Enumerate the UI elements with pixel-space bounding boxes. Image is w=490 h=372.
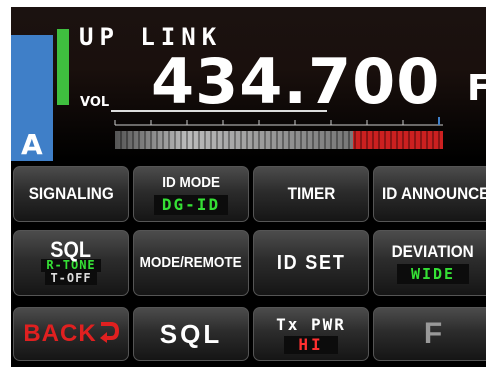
timer-button[interactable]: TIMER [253,166,369,222]
id-set-button[interactable]: ID SET [253,230,369,296]
deviation-button[interactable]: DEVIATION WIDE [373,230,486,296]
id-set-label: ID SET [276,252,346,274]
id-announce-button[interactable]: ID ANNOUNCE [373,166,486,222]
f-key-button[interactable]: F [373,307,486,361]
radio-screen: A UP LINK VOL 434.700 FM [11,7,486,367]
mode-remote-button[interactable]: MODE/REMOTE [133,230,249,296]
sql-key-label: SQL [159,318,223,349]
tx-power-value: HI [284,335,338,354]
f-key-label: F [423,317,443,350]
band-indicator: A [21,128,43,161]
back-label: BACK [23,320,97,347]
id-mode-value: DG-ID [153,194,229,215]
band-a-tab[interactable]: A [11,35,53,161]
deviation-value: WIDE [396,263,470,284]
id-announce-label: ID ANNOUNCE [382,184,486,203]
sql-key-button[interactable]: SQL [133,307,249,361]
signaling-button[interactable]: SIGNALING [13,166,129,222]
frequency-display: A UP LINK VOL 434.700 FM [11,7,486,161]
back-button[interactable]: BACK [13,307,129,361]
tx-power-button[interactable]: Tx PWR HI [253,307,369,361]
vol-label: VOL [80,95,110,110]
mode-remote-label: MODE/REMOTE [139,254,243,271]
id-mode-button[interactable]: ID MODE DG-ID [133,166,249,222]
sql-setting-button[interactable]: SQL R-TONE T-OFF [13,230,129,296]
signal-meter [114,117,443,149]
frequency-readout[interactable]: 434.700 [151,51,440,113]
sql-toff-value: T-OFF [45,272,97,285]
sql-setting-label: SQL [50,237,92,262]
volume-level-bar [57,29,69,105]
deviation-label: DEVIATION [391,241,475,261]
return-arrow-icon [97,320,119,349]
timer-label: TIMER [287,184,335,203]
id-mode-label: ID MODE [162,173,220,191]
modulation-mode: FM [467,68,486,109]
signaling-label: SIGNALING [28,184,114,203]
tx-power-label: Tx PWR [276,314,346,334]
